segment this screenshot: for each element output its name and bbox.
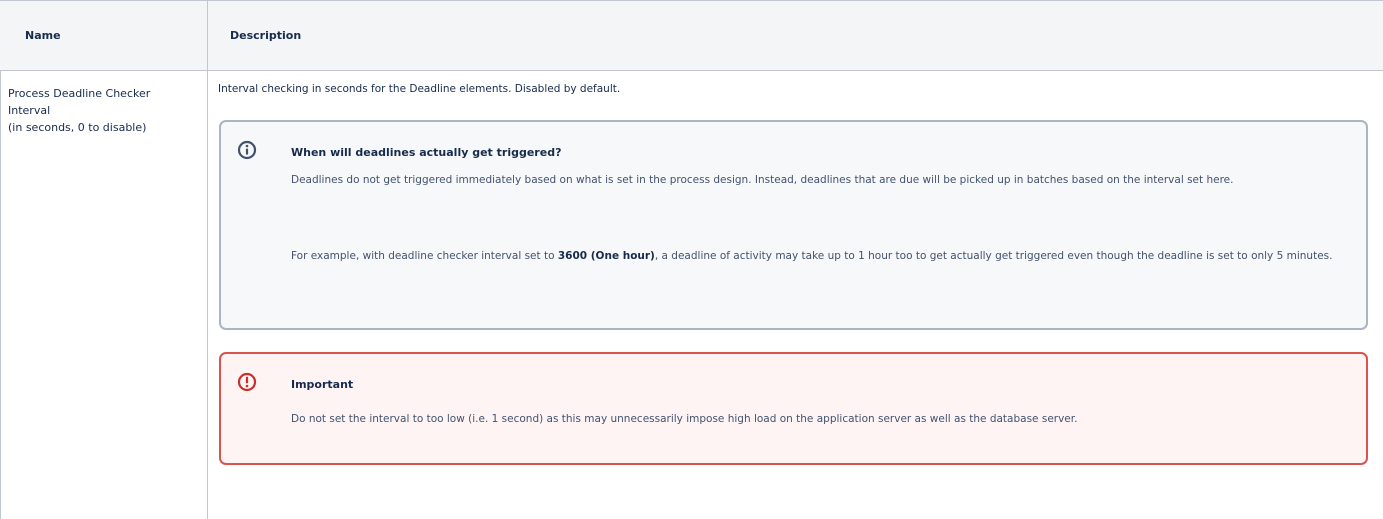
column-header-name: Name [25,29,61,42]
example-text-start: For example, with deadline checker inter… [291,250,558,262]
parameters-table: Name Description Process Deadline Checke… [0,0,1383,519]
body-column-divider [207,71,208,519]
warning-panel: Important Do not set the interval to too… [219,352,1368,465]
parameter-name-line: Interval [8,104,51,117]
parameter-name-line: Process Deadline Checker [8,87,151,100]
info-icon [237,140,257,160]
example-interval-value: 3600 (One hour) [557,250,655,262]
info-panel-paragraph: Deadlines do not get triggered immediate… [291,174,1234,186]
info-panel: When will deadlines actually get trigger… [219,120,1368,330]
warning-panel-title: Important [291,378,354,391]
info-panel-title: When will deadlines actually get trigger… [291,146,562,159]
table-left-border [0,0,1,519]
parameter-description-text: Interval checking in seconds for the Dea… [218,83,621,95]
header-column-divider [207,0,208,71]
parameter-hint-line: (in seconds, 0 to disable) [8,121,147,134]
example-text-end: , a deadline of activity may take up to … [654,250,1333,262]
info-panel-example-paragraph: For example, with deadline checker inter… [291,245,1341,267]
warning-panel-text: Do not set the interval to too low (i.e.… [291,413,1078,425]
column-header-description: Description [230,29,302,42]
warning-icon [237,372,257,392]
parameter-name-cell: Process Deadline Checker Interval (in se… [8,85,198,136]
